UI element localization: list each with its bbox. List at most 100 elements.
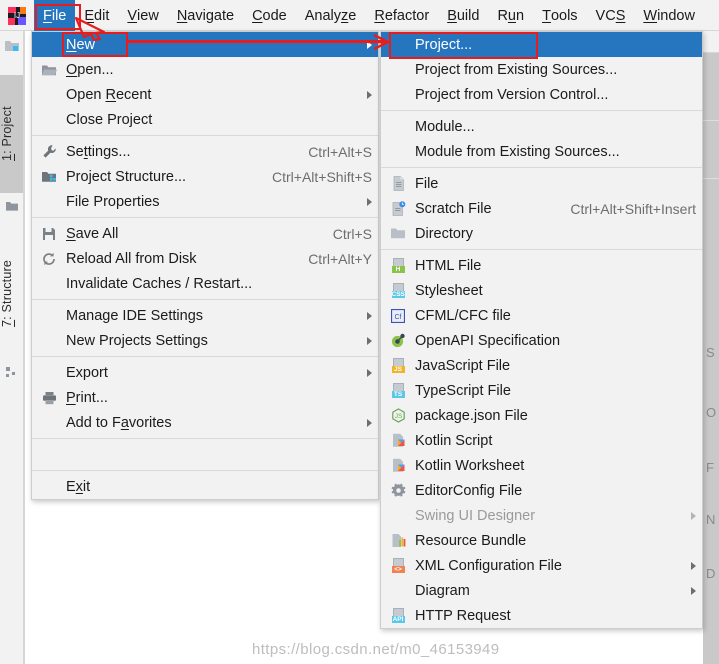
submenu-item-kotlin-script[interactable]: Kotlin Script — [381, 428, 702, 453]
menu-item-save-all[interactable]: Save All Ctrl+S — [32, 221, 378, 246]
menu-item-accelerator: Ctrl+S — [332, 225, 372, 242]
menu-separator — [32, 438, 378, 439]
menu-item-new-projects-settings[interactable]: New Projects Settings — [32, 328, 378, 353]
submenu-item-editorconfig-file[interactable]: EditorConfig File — [381, 478, 702, 503]
submenu-item-label: HTML File — [415, 257, 482, 274]
submenu-item-label: Module... — [415, 118, 475, 135]
chevron-right-icon — [367, 418, 372, 427]
submenu-item-javascript-file[interactable]: JS JavaScript File — [381, 353, 702, 378]
submenu-item-kotlin-worksheet[interactable]: Kotlin Worksheet — [381, 453, 702, 478]
menubar-item-build[interactable]: Build — [438, 0, 488, 31]
menu-item-reload-all-from-disk[interactable]: Reload All from Disk Ctrl+Alt+Y — [32, 246, 378, 271]
svg-text:JS: JS — [394, 413, 402, 420]
menubar-item-analyze[interactable]: Analy z e — [296, 0, 366, 31]
submenu-item-html-file[interactable]: H HTML File — [381, 253, 702, 278]
menu-item-file-properties[interactable]: File Properties — [32, 189, 378, 214]
menu-item-close-project[interactable]: Close Project — [32, 107, 378, 132]
file-icon — [389, 176, 407, 192]
menubar-items: File Edit View Navigate Code Analy z e Ref… — [34, 0, 704, 31]
menu-item-export[interactable]: Export — [32, 360, 378, 385]
no-icon — [40, 87, 58, 103]
background-right-panel-header — [703, 31, 719, 53]
submenu-item-label: Directory — [415, 225, 474, 242]
menubar-item-view[interactable]: View — [118, 0, 167, 31]
submenu-item-directory[interactable]: Directory — [381, 221, 702, 246]
menubar-item-file[interactable]: File — [34, 0, 76, 31]
menu-separator — [32, 299, 378, 300]
submenu-item-file[interactable]: File — [381, 171, 702, 196]
menu-item-settings[interactable]: Settings... Ctrl+Alt+S — [32, 139, 378, 164]
menu-item-label: Manage IDE Settings — [66, 307, 204, 324]
submenu-item-openapi-specification[interactable]: OpenAPI Specification — [381, 328, 702, 353]
chevron-right-icon — [691, 586, 696, 595]
menu-item-power-save-mode[interactable] — [32, 442, 378, 467]
chevron-right-icon — [367, 336, 372, 345]
menu-item-print[interactable]: Print... — [32, 385, 378, 410]
submenu-item-module-from-existing-sources[interactable]: Module from Existing Sources... — [381, 139, 702, 164]
menu-item-project-structure[interactable]: Project Structure... Ctrl+Alt+Shift+S — [32, 164, 378, 189]
new-submenu-popup: Project... Project from Existing Sources… — [380, 31, 703, 629]
submenu-item-label: Project... — [415, 36, 473, 53]
background-ghost-label: F — [706, 460, 714, 475]
menu-separator — [32, 470, 378, 471]
project-folder-icon — [5, 199, 19, 213]
submenu-item-project[interactable]: Project... — [381, 32, 702, 57]
submenu-item-scratch-file[interactable]: Scratch File Ctrl+Alt+Shift+Insert — [381, 196, 702, 221]
menubar-item-label-rest: ile — [51, 7, 67, 24]
submenu-item-label: HTTP Request — [415, 607, 511, 624]
submenu-item-project-from-version-control[interactable]: Project from Version Control... — [381, 82, 702, 107]
menu-item-manage-ide-settings[interactable]: Manage IDE Settings — [32, 303, 378, 328]
typescript-file-icon: TS — [389, 383, 407, 399]
menu-separator — [381, 167, 702, 168]
menubar-item-vcs[interactable]: VC S — [587, 0, 635, 31]
submenu-item-module[interactable]: Module... — [381, 114, 702, 139]
submenu-item-stylesheet[interactable]: CSS Stylesheet — [381, 278, 702, 303]
printer-icon — [40, 390, 58, 406]
background-ghost-label: O — [706, 405, 717, 420]
submenu-item-http-request[interactable]: API HTTP Request — [381, 603, 702, 628]
menu-item-label: Project Structure... — [66, 168, 187, 185]
menu-item-new[interactable]: New — [32, 32, 378, 57]
no-icon — [40, 194, 58, 210]
submenu-item-xml-configuration-file[interactable]: <> XML Configuration File — [381, 553, 702, 578]
menu-item-label: Reload All from Disk — [66, 250, 197, 267]
open-folder-icon — [40, 62, 58, 78]
project-view-icon[interactable] — [3, 37, 21, 55]
sidebar-item-project[interactable]: 1: Project — [0, 75, 23, 193]
menu-item-open-recent[interactable]: Open Recent — [32, 82, 378, 107]
menu-item-exit[interactable]: Exit — [32, 474, 378, 499]
menubar-item-edit[interactable]: Edit — [75, 0, 118, 31]
kotlin-icon — [389, 458, 407, 474]
submenu-item-diagram[interactable]: Diagram — [381, 578, 702, 603]
submenu-item-typescript-file[interactable]: TS TypeScript File — [381, 378, 702, 403]
submenu-item-cfml-cfc-file[interactable]: Cf CFML/CFC file — [381, 303, 702, 328]
menu-separator — [32, 135, 378, 136]
submenu-item-project-from-existing-sources[interactable]: Project from Existing Sources... — [381, 57, 702, 82]
menubar-item-navigate[interactable]: Navigate — [168, 0, 243, 31]
file-menu-popup: New Open... Open Recent Close Project Se… — [31, 31, 379, 500]
menubar-item-code[interactable]: Code — [243, 0, 296, 31]
no-icon — [389, 583, 407, 599]
chevron-right-icon — [367, 311, 372, 320]
scratch-file-icon — [389, 201, 407, 217]
submenu-item-label: Diagram — [415, 582, 470, 599]
menubar-item-refactor[interactable]: Refactor — [365, 0, 438, 31]
sidebar-item-structure[interactable]: 7: Structure — [0, 227, 23, 359]
chevron-right-icon — [367, 90, 372, 99]
menu-item-open[interactable]: Open... — [32, 57, 378, 82]
sidebar-tab-label: : Project — [0, 106, 14, 155]
submenu-item-package-json-file[interactable]: JS package.json File — [381, 403, 702, 428]
no-icon — [389, 87, 407, 103]
menu-item-invalidate-caches[interactable]: Invalidate Caches / Restart... — [32, 271, 378, 296]
svg-text:Cf: Cf — [395, 314, 402, 321]
submenu-item-resource-bundle[interactable]: Resource Bundle — [381, 528, 702, 553]
menu-item-add-to-favorites[interactable]: Add to Favorites — [32, 410, 378, 435]
menubar-item-window[interactable]: Window — [634, 0, 704, 31]
menu-item-label: Export — [66, 364, 108, 381]
ide-window: S O F N D 1: Project 7: Structure IJ F i… — [0, 0, 719, 664]
menubar-item-tools[interactable]: Tools — [533, 0, 586, 31]
menu-item-label: New Projects Settings — [66, 332, 208, 349]
no-icon — [389, 144, 407, 160]
menu-item-accelerator: Ctrl+Alt+Y — [308, 250, 372, 267]
menubar-item-run[interactable]: Run — [488, 0, 533, 31]
